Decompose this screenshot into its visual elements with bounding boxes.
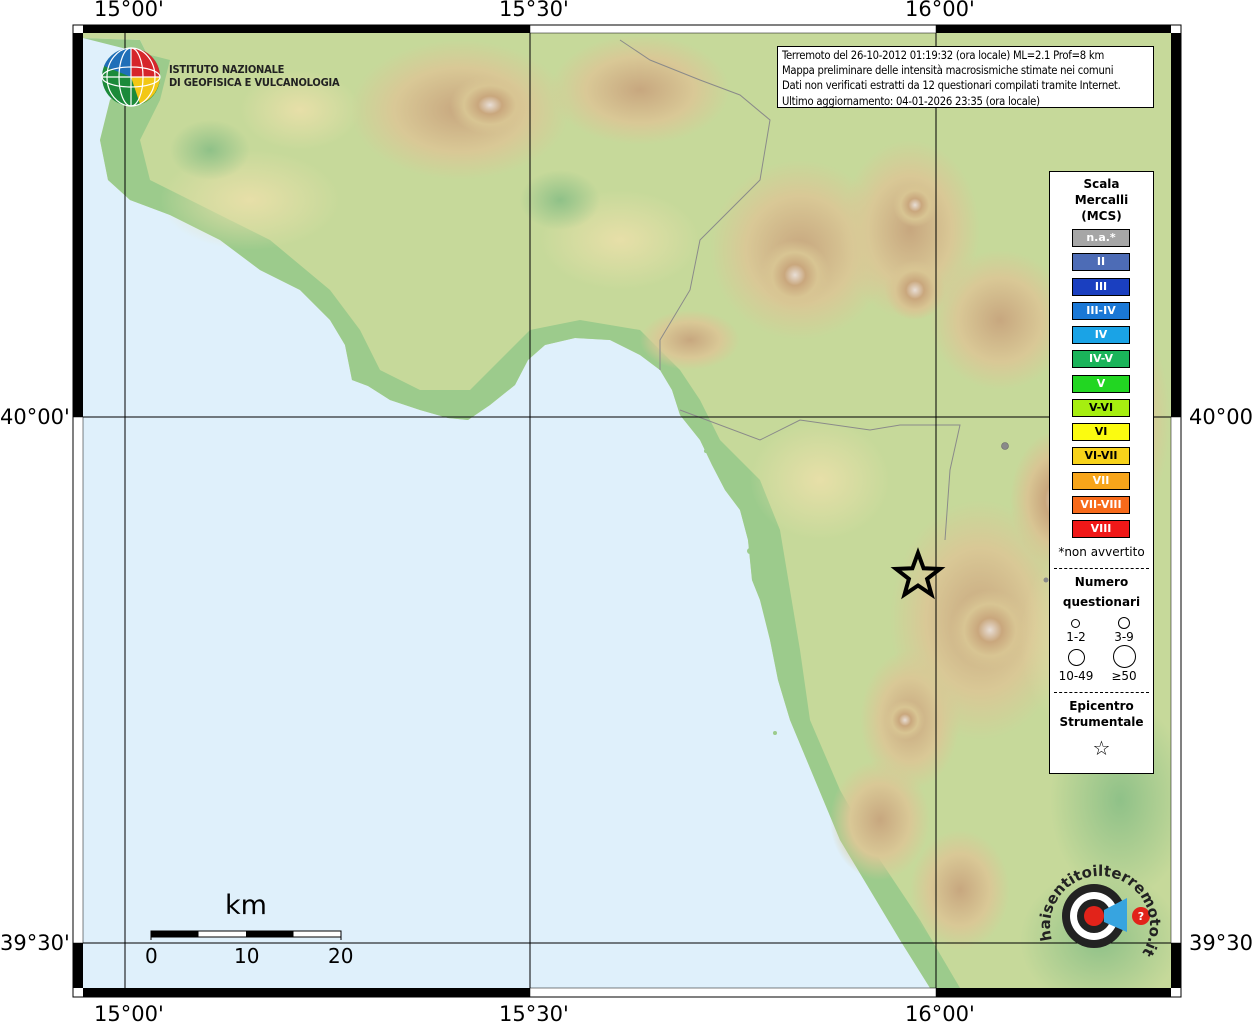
lon-tick-top: 15°00' bbox=[94, 0, 164, 21]
intensity-item: IV-V bbox=[1072, 350, 1130, 369]
lon-tick-bottom: 16°00' bbox=[905, 1002, 975, 1026]
count-circle-xlarge bbox=[1113, 645, 1136, 668]
count-circle-small bbox=[1071, 619, 1080, 628]
legend-note: *non avvertito bbox=[1058, 545, 1145, 559]
intensity-item: III bbox=[1072, 277, 1130, 296]
intensity-item: V bbox=[1072, 374, 1130, 393]
lon-tick-top: 16°00' bbox=[905, 0, 975, 21]
intensity-item: VI bbox=[1072, 423, 1130, 441]
epicenter-title: Epicentro bbox=[1069, 699, 1134, 713]
intensity-item: VII bbox=[1072, 471, 1130, 490]
locality-marker[interactable] bbox=[1001, 442, 1009, 450]
count-circle-large bbox=[1068, 649, 1085, 666]
scale-bar-label: 0 bbox=[145, 944, 158, 968]
event-info-line: Terremoto del 26-10-2012 01:19:32 (ora l… bbox=[782, 49, 1105, 62]
count-label: ≥50 bbox=[1111, 669, 1137, 683]
scale-bar-label: 20 bbox=[328, 944, 354, 968]
lon-tick-bottom: 15°30' bbox=[499, 1002, 569, 1026]
count-label: 10-49 bbox=[1058, 669, 1094, 683]
intensity-item: IV bbox=[1072, 326, 1130, 344]
intensity-item: II bbox=[1072, 253, 1130, 272]
intensity-item: III-IV bbox=[1072, 301, 1130, 320]
locality-marker[interactable] bbox=[1043, 577, 1049, 583]
lat-tick-right: 40°00' bbox=[1189, 405, 1254, 429]
svg-text:?: ? bbox=[1138, 910, 1144, 923]
lon-tick-top: 15°30' bbox=[499, 0, 569, 21]
legend-divider bbox=[1054, 692, 1149, 693]
count-title: Numero bbox=[1074, 575, 1129, 589]
event-info-line: Dati non verificati estratti da 12 quest… bbox=[782, 79, 1121, 93]
count-label: 1-2 bbox=[1066, 630, 1086, 644]
lon-tick-bottom: 15°00' bbox=[94, 1002, 164, 1026]
event-info-line: Mappa preliminare delle intensità macros… bbox=[782, 64, 1114, 78]
legend-divider bbox=[1054, 568, 1149, 569]
scale-bar-label: 10 bbox=[234, 944, 260, 968]
lat-tick-right: 39°30' bbox=[1189, 931, 1254, 955]
ingv-name-line1: ISTITUTO NAZIONALE bbox=[169, 63, 285, 76]
ingv-name-line2: DI GEOFISICA E VULCANOLOGIA bbox=[169, 76, 340, 89]
lat-tick-left: 40°00' bbox=[0, 405, 70, 429]
ingv-name: ISTITUTO NAZIONALE DI GEOFISICA E VULCAN… bbox=[169, 63, 340, 89]
count-title: questionari bbox=[1062, 595, 1141, 609]
intensity-item: VIII bbox=[1072, 520, 1130, 538]
legend-title-line: Mercalli bbox=[1074, 193, 1129, 207]
epicenter-legend-star-icon: ☆ bbox=[1092, 736, 1111, 760]
intensity-legend: Scala Mercalli (MCS) n.a.* II III III-IV IV I… bbox=[1049, 171, 1154, 774]
epicenter-title: Strumentale bbox=[1059, 715, 1144, 729]
scale-bar-unit: km bbox=[225, 890, 267, 921]
intensity-item: V-VI bbox=[1072, 398, 1130, 417]
lat-tick-left: 39°30' bbox=[0, 931, 70, 955]
intensity-item: VI-VII bbox=[1072, 447, 1130, 466]
ingv-logo-icon bbox=[101, 47, 161, 107]
legend-title-line: (MCS) bbox=[1081, 209, 1122, 223]
event-info-box: Terremoto del 26-10-2012 01:19:32 (ora l… bbox=[777, 46, 1154, 108]
intensity-item: VII-VIII bbox=[1072, 495, 1130, 514]
legend-title: Scala Mercalli (MCS) bbox=[1050, 176, 1153, 224]
count-label: 3-9 bbox=[1114, 630, 1134, 644]
legend-title-line: Scala bbox=[1083, 177, 1120, 191]
count-circle-medium bbox=[1118, 617, 1130, 629]
event-info-line: Ultimo aggiornamento: 04-01-2026 23:35 (… bbox=[782, 94, 1040, 108]
hst-logo-icon[interactable]: ? haisentitoilterremoto.it bbox=[1032, 860, 1162, 985]
intensity-item: n.a.* bbox=[1072, 229, 1130, 247]
